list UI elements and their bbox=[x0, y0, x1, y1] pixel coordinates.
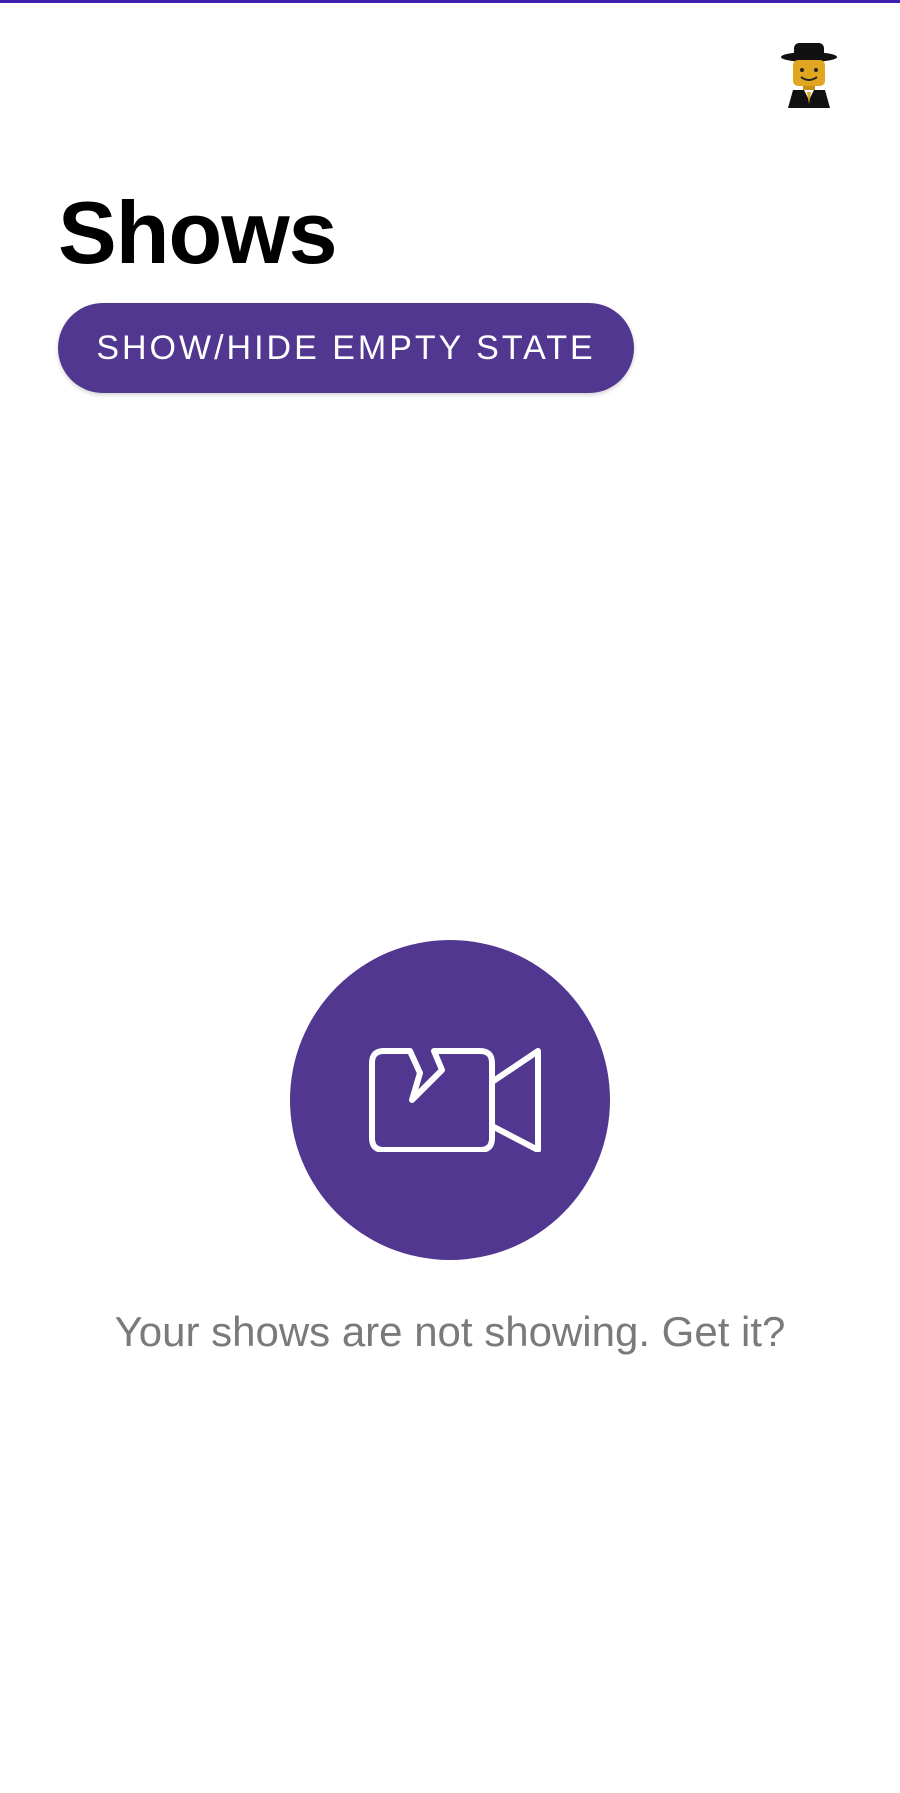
avatar[interactable] bbox=[774, 38, 844, 108]
lego-minifigure-avatar-icon bbox=[781, 43, 837, 108]
page-title: Shows bbox=[58, 183, 338, 282]
show-hide-empty-state-button[interactable]: SHOW/HIDE EMPTY STATE bbox=[58, 303, 634, 393]
shows-screen: Shows SHOW/HIDE EMPTY STATE Your shows a… bbox=[0, 0, 900, 1793]
empty-state-message: Your shows are not showing. Get it? bbox=[114, 1308, 786, 1355]
status-bar-line bbox=[0, 0, 900, 3]
empty-state-circle bbox=[290, 940, 610, 1260]
broken-video-camera-icon bbox=[369, 1048, 541, 1152]
